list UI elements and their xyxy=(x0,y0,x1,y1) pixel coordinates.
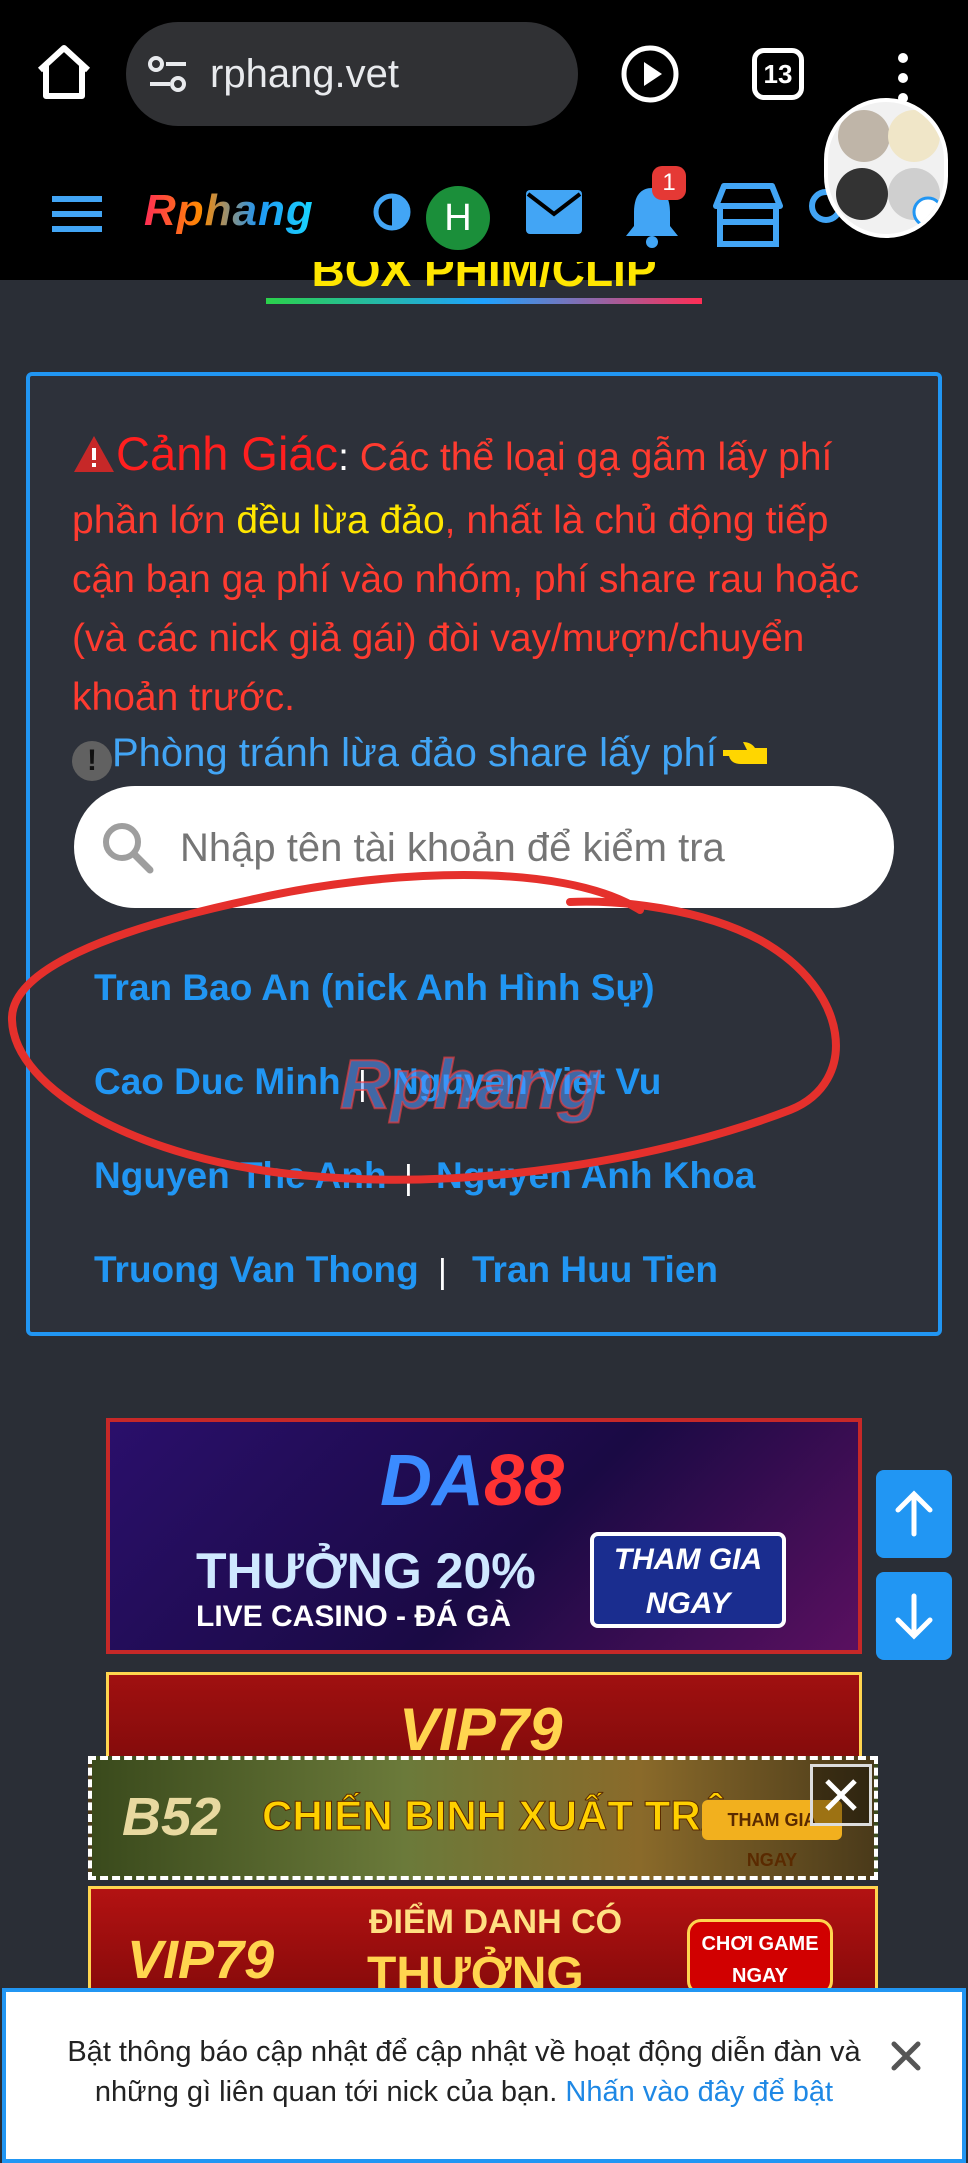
mail-icon[interactable] xyxy=(524,186,584,238)
da88-promo-title: THƯỞNG 20% xyxy=(196,1543,536,1599)
b52-slogan: CHIẾN BINH XUẤT TRẬN xyxy=(261,1792,762,1840)
pointing-hand-icon xyxy=(721,726,769,784)
vip79-play-button[interactable]: CHƠI GAME NGAY xyxy=(687,1919,833,1995)
search-input[interactable]: Nhập tên tài khoản để kiểm tra xyxy=(180,818,725,878)
user-avatar[interactable]: H xyxy=(426,186,490,250)
vip79-checkin-title: ĐIỂM DANH CÓ xyxy=(369,1903,623,1941)
chat-head-bubble[interactable] xyxy=(824,98,948,238)
b52-brand: B52 xyxy=(122,1787,222,1847)
scammer-link[interactable]: Tran Bao An (nick Anh Hình Sự) xyxy=(94,962,655,1014)
scroll-to-top-button[interactable] xyxy=(876,1470,952,1558)
site-settings-icon[interactable] xyxy=(146,52,190,96)
vip79-brand: VIP79 xyxy=(127,1930,275,1990)
scam-warning-text: Cảnh Giác: Các thể loại gạ gẫm lấy phí p… xyxy=(72,424,902,727)
search-icon xyxy=(98,818,158,878)
site-logo[interactable]: Rphang xyxy=(144,186,314,236)
close-icon[interactable] xyxy=(884,2034,928,2078)
enable-notifications-link[interactable]: Nhấn vào đây để bật xyxy=(565,2076,833,2108)
scammer-link[interactable]: Cao Duc Minh xyxy=(94,1056,341,1108)
scammer-link[interactable]: Tran Huu Tien xyxy=(472,1244,718,1296)
scammer-link[interactable]: Nguyen The Anh xyxy=(94,1150,387,1202)
exclamation-icon: ! xyxy=(72,741,112,781)
url-text[interactable]: rphang.vet xyxy=(210,44,399,104)
home-icon[interactable] xyxy=(32,40,96,104)
link-separator: | xyxy=(438,1253,447,1291)
da88-join-button[interactable]: THAM GIA NGAY xyxy=(590,1532,786,1628)
link-separator: | xyxy=(404,1159,413,1197)
close-icon[interactable] xyxy=(810,1764,872,1826)
play-icon[interactable] xyxy=(618,42,682,106)
theme-toggle-icon[interactable] xyxy=(372,192,412,232)
b52-floating-ad[interactable]: B52 CHIẾN BINH XUẤT TRẬN THAM GIA NGAY xyxy=(88,1756,878,1880)
da88-ad-banner[interactable]: DA88 THƯỞNG 20% LIVE CASINO - ĐÁ GÀ THAM… xyxy=(106,1418,862,1654)
avoid-scam-link[interactable]: ! Phòng tránh lừa đảo share lấy phí xyxy=(72,724,922,784)
warning-title: Cảnh Giác xyxy=(116,427,339,480)
avoid-scam-label: Phòng tránh lừa đảo share lấy phí xyxy=(112,731,717,775)
watermark-logo: Rphang xyxy=(339,1044,602,1124)
vip79-brand: VIP79 xyxy=(399,1696,563,1763)
da88-brand: DA88 xyxy=(380,1441,565,1521)
da88-promo-subtitle: LIVE CASINO - ĐÁ GÀ xyxy=(196,1600,512,1633)
warning-highlight: đều lừa đảo xyxy=(236,499,445,542)
section-heading-underline xyxy=(266,298,702,304)
hamburger-menu-icon[interactable] xyxy=(52,194,102,234)
notification-count-badge: 1 xyxy=(652,166,686,200)
scroll-to-bottom-button[interactable] xyxy=(876,1572,952,1660)
scammer-link[interactable]: Truong Van Thong xyxy=(94,1244,419,1296)
notification-prompt-text: Bật thông báo cập nhật để cập nhật về ho… xyxy=(54,2032,874,2112)
warning-colon: : xyxy=(338,436,349,479)
warning-triangle-icon xyxy=(72,432,116,491)
scammer-link[interactable]: Nguyen Anh Khoa xyxy=(436,1150,755,1202)
store-icon[interactable] xyxy=(710,182,786,248)
section-heading: BOX PHIM/CLIP xyxy=(311,262,657,296)
tab-switcher-button[interactable]: 13 xyxy=(752,48,804,100)
